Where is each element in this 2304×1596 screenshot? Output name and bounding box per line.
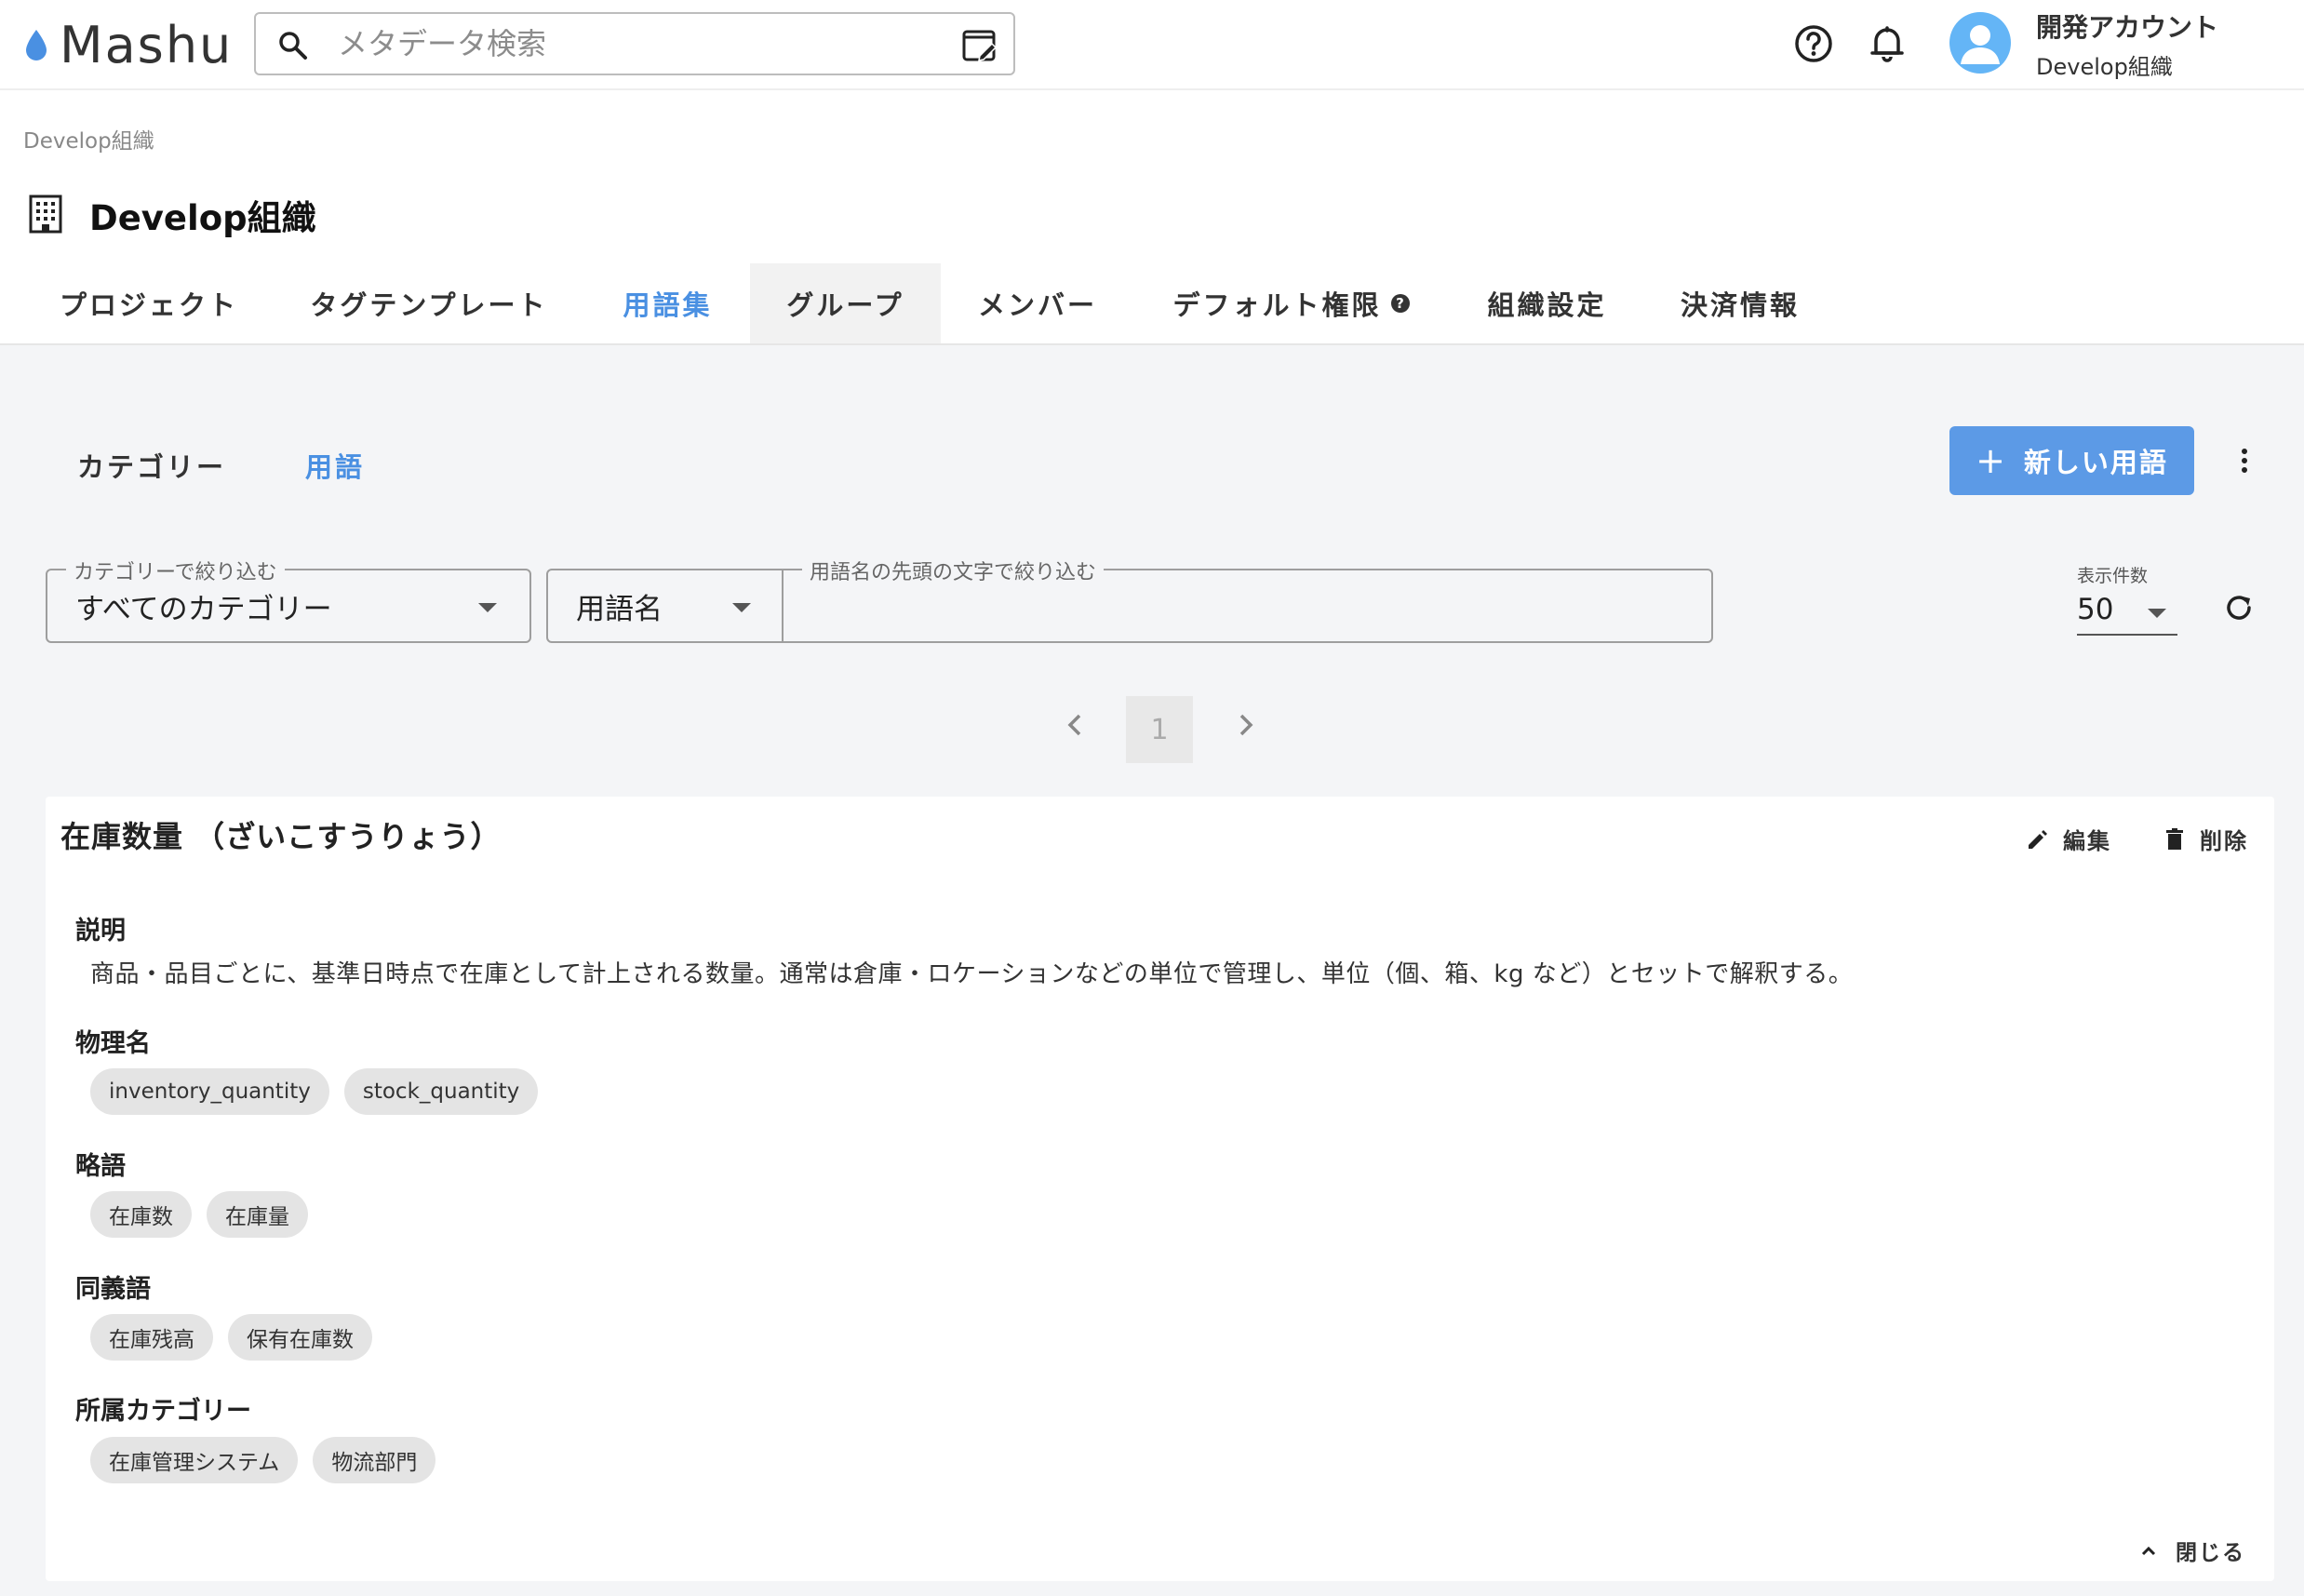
search-icon bbox=[279, 32, 307, 60]
current-page[interactable]: 1 bbox=[1126, 696, 1193, 763]
collapse-button[interactable]: 閉じる bbox=[2138, 1535, 2245, 1566]
account-org: Develop組織 bbox=[2036, 54, 2173, 80]
tab-label: 用語集 bbox=[623, 289, 713, 321]
new-term-button[interactable]: + 新しい用語 bbox=[1949, 426, 2194, 495]
tab-label: 決済情報 bbox=[1680, 289, 1800, 321]
tab-label: デフォルト権限 bbox=[1172, 289, 1382, 321]
edit-button[interactable]: 編集 bbox=[2026, 823, 2111, 855]
refresh-icon[interactable] bbox=[2220, 589, 2257, 626]
tab-org-settings[interactable]: 組織設定 bbox=[1470, 263, 1624, 343]
page-title: Develop組織 bbox=[89, 198, 316, 238]
physical-names-label: 物理名 bbox=[75, 1029, 151, 1058]
trash-icon bbox=[2166, 827, 2183, 850]
delete-button[interactable]: 削除 bbox=[2163, 823, 2248, 855]
chevron-down-icon bbox=[478, 603, 497, 612]
page-size-select[interactable]: 50 bbox=[2077, 593, 2113, 626]
search-input[interactable] bbox=[338, 23, 896, 64]
tab-tag-templates[interactable]: タグテンプレート bbox=[298, 263, 560, 343]
page-size-underline bbox=[2077, 634, 2177, 636]
category-filter-label: カテゴリーで絞り込む bbox=[66, 556, 285, 585]
tab-label: 組織設定 bbox=[1487, 289, 1607, 321]
advanced-search-icon[interactable] bbox=[961, 27, 998, 64]
category-filter-value: すべてのカテゴリー bbox=[75, 593, 332, 626]
term-description: 商品・品目ごとに、基準日時点で在庫として計上される数量。通常は倉庫・ロケーション… bbox=[90, 960, 1854, 988]
abbreviations-chips: 在庫数 在庫量 bbox=[90, 1191, 308, 1238]
prefix-filter-field[interactable]: 用語名の先頭の文字で絞り込む bbox=[782, 556, 1713, 643]
physical-name-chip: inventory_quantity bbox=[90, 1068, 329, 1115]
tab-label: タグテンプレート bbox=[310, 289, 548, 321]
chevron-right-icon[interactable] bbox=[1228, 708, 1262, 742]
subtab-categories[interactable]: カテゴリー bbox=[77, 446, 226, 485]
term-title: 在庫数量 （ざいこすうりょう） bbox=[60, 819, 502, 854]
subtab-terms[interactable]: 用語 bbox=[305, 446, 365, 485]
abbreviations-label: 略語 bbox=[75, 1152, 126, 1181]
chevron-down-icon[interactable] bbox=[2148, 609, 2166, 618]
prefix-filter-label: 用語名の先頭の文字で絞り込む bbox=[802, 556, 1105, 585]
synonym-chip: 在庫残高 bbox=[90, 1314, 213, 1361]
help-icon[interactable] bbox=[1790, 20, 1837, 67]
pencil-icon bbox=[2029, 829, 2047, 849]
physical-names-chips: inventory_quantity stock_quantity bbox=[90, 1068, 539, 1115]
abbreviation-chip: 在庫数 bbox=[90, 1191, 192, 1238]
tab-label: メンバー bbox=[977, 289, 1097, 321]
breadcrumb[interactable]: Develop組織 bbox=[23, 123, 154, 154]
synonyms-label: 同義語 bbox=[75, 1275, 151, 1304]
person-icon bbox=[1961, 25, 2000, 64]
tab-billing[interactable]: 決済情報 bbox=[1666, 263, 1815, 343]
delete-label: 削除 bbox=[2200, 828, 2248, 854]
edit-label: 編集 bbox=[2063, 828, 2111, 854]
tab-groups[interactable]: グループ bbox=[750, 263, 941, 343]
synonyms-chips: 在庫残高 保有在庫数 bbox=[90, 1314, 372, 1361]
chevron-down-icon bbox=[732, 603, 751, 612]
categories-label: 所属カテゴリー bbox=[75, 1397, 251, 1426]
abbreviation-chip: 在庫量 bbox=[207, 1191, 308, 1238]
account-avatar[interactable] bbox=[1949, 12, 2011, 74]
search-field-select[interactable]: 用語名 bbox=[546, 569, 784, 643]
category-chip[interactable]: 物流部門 bbox=[313, 1437, 436, 1483]
help-icon[interactable]: ? bbox=[1390, 294, 1410, 313]
tab-default-permissions[interactable]: デフォルト権限? bbox=[1163, 263, 1419, 343]
category-chip[interactable]: 在庫管理システム bbox=[90, 1437, 299, 1483]
search-field-value: 用語名 bbox=[576, 593, 663, 626]
tab-members[interactable]: メンバー bbox=[963, 263, 1112, 343]
water-drop-icon bbox=[26, 30, 47, 60]
chevron-left-icon[interactable] bbox=[1059, 708, 1092, 742]
chevron-up-icon bbox=[2141, 1546, 2156, 1556]
logo-text: Mashu bbox=[60, 15, 234, 74]
close-label: 閉じる bbox=[2176, 1541, 2245, 1565]
org-tabs: プロジェクト タグテンプレート 用語集 グループ メンバー デフォルト権限? 組… bbox=[0, 263, 2304, 345]
app-header: Mashu 開発アカウント Develop組織 bbox=[0, 0, 2304, 90]
synonym-chip: 保有在庫数 bbox=[228, 1314, 372, 1361]
more-options-icon[interactable] bbox=[2233, 444, 2256, 477]
tab-label: グループ bbox=[786, 289, 904, 321]
account-name[interactable]: 開発アカウント bbox=[2036, 7, 2218, 45]
new-term-label: 新しい用語 bbox=[2023, 447, 2168, 478]
category-filter-select[interactable]: カテゴリーで絞り込む すべてのカテゴリー bbox=[46, 556, 531, 643]
categories-chips: 在庫管理システム 物流部門 bbox=[90, 1437, 436, 1483]
tab-label: プロジェクト bbox=[59, 289, 238, 321]
physical-name-chip: stock_quantity bbox=[343, 1068, 539, 1115]
organization-building-icon bbox=[29, 194, 62, 234]
glossary-content: カテゴリー 用語 + 新しい用語 カテゴリーで絞り込む すべてのカテゴリー 用語… bbox=[0, 345, 2304, 1596]
description-label: 説明 bbox=[75, 917, 126, 946]
app-logo[interactable]: Mashu bbox=[22, 15, 234, 74]
tab-glossary[interactable]: 用語集 bbox=[605, 263, 730, 343]
term-card: 在庫数量 （ざいこすうりょう） 編集 削除 説明 商品・品目ごとに、基準日時点で… bbox=[46, 797, 2274, 1581]
tab-projects[interactable]: プロジェクト bbox=[37, 263, 261, 343]
page-size-label: 表示件数 bbox=[2077, 566, 2149, 586]
plus-icon: + bbox=[1976, 440, 2007, 481]
notification-bell-icon[interactable] bbox=[1864, 20, 1910, 67]
metadata-search[interactable] bbox=[254, 12, 1015, 75]
